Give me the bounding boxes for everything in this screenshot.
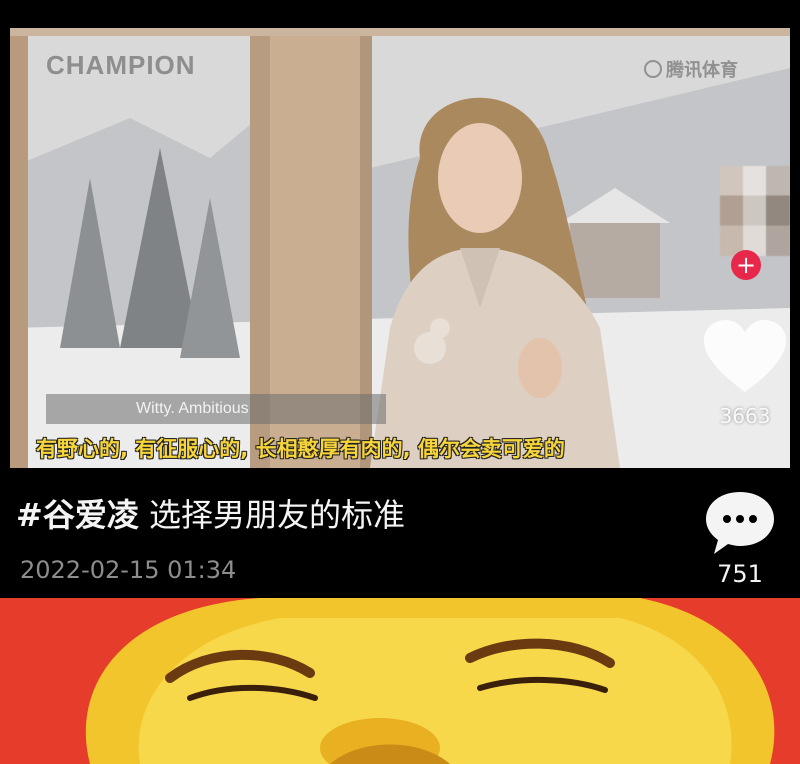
hashtag-link[interactable]: #谷爱凌 [16, 496, 139, 534]
heart-icon [704, 320, 786, 392]
platform-logo-icon [644, 60, 662, 78]
like-count: 3663 [719, 404, 771, 428]
video-player[interactable]: CHAMPION 腾讯体育 Witty. Ambitious 有野心的, 有征服… [10, 28, 790, 468]
comment-button[interactable] [700, 486, 780, 558]
lower-third-caption: Witty. Ambitious [46, 394, 386, 424]
platform-watermark: 腾讯体育 [644, 56, 738, 82]
smirking-face-meme [0, 598, 800, 764]
video-subtitle: 有野心的, 有征服心的, 长相憨厚有肉的, 偶尔会卖可爱的 [36, 437, 565, 461]
like-button[interactable] [702, 318, 788, 398]
watermark-text: 腾讯体育 [666, 60, 738, 81]
comment-bubble-icon [706, 492, 774, 554]
brand-logo: CHAMPION [46, 50, 196, 80]
post-title: #谷爱凌 选择男朋友的标准 [16, 490, 405, 536]
author-avatar[interactable] [720, 166, 790, 256]
post-title-text: 选择男朋友的标准 [149, 496, 406, 534]
meme-image [0, 598, 800, 764]
post-timestamp: 2022-02-15 01:34 [20, 556, 237, 584]
follow-button[interactable]: + [731, 250, 761, 280]
comment-count: 751 [717, 560, 763, 588]
